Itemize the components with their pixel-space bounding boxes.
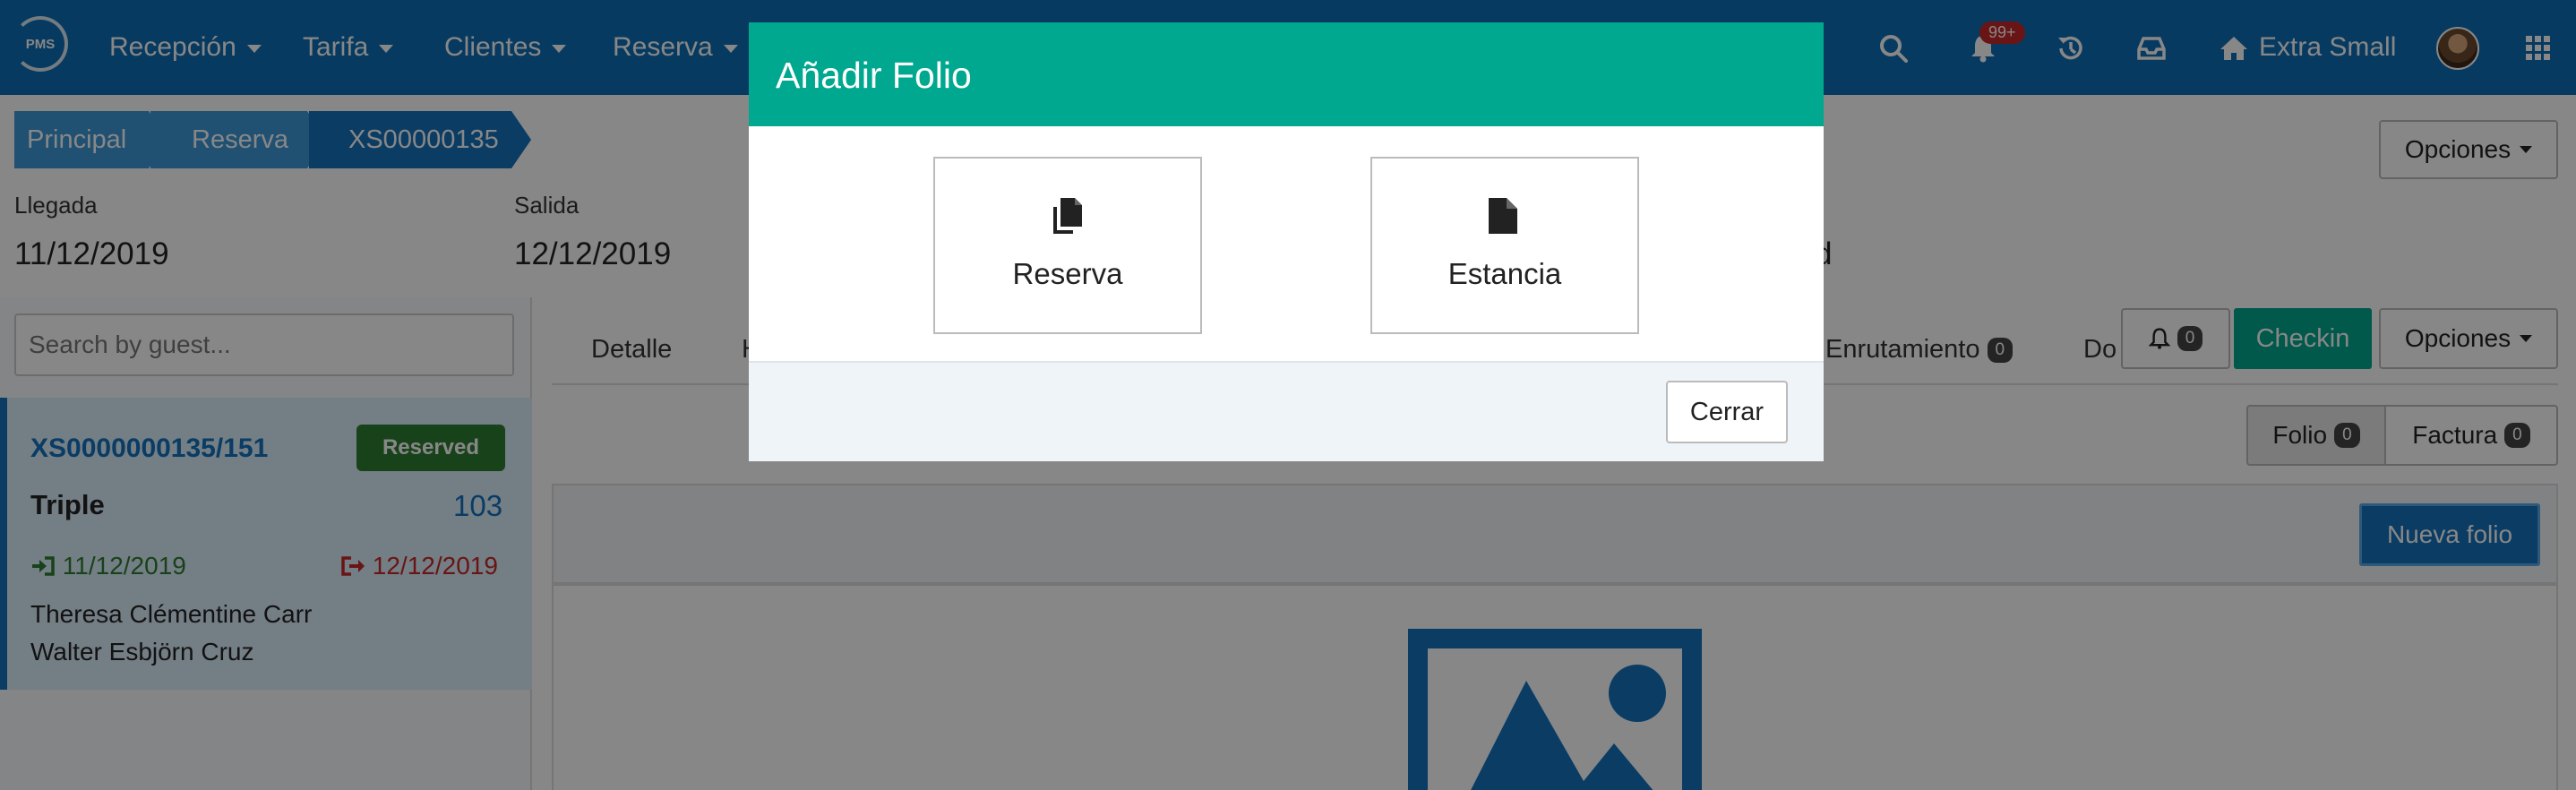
modal-title: Añadir Folio [776,55,972,96]
close-button[interactable]: Cerrar [1666,381,1788,443]
choice-label: Reserva [1012,257,1123,290]
choice-reserva[interactable]: Reserva [933,157,1202,334]
copy-icon [1053,198,1082,234]
add-folio-modal: Añadir Folio Reserva Estancia Cerrar [749,22,1824,461]
choice-estancia[interactable]: Estancia [1370,157,1639,334]
modal-footer [749,361,1824,461]
file-icon [1489,198,1517,234]
choice-label: Estancia [1447,257,1562,290]
modal-header: Añadir Folio [749,22,1824,126]
